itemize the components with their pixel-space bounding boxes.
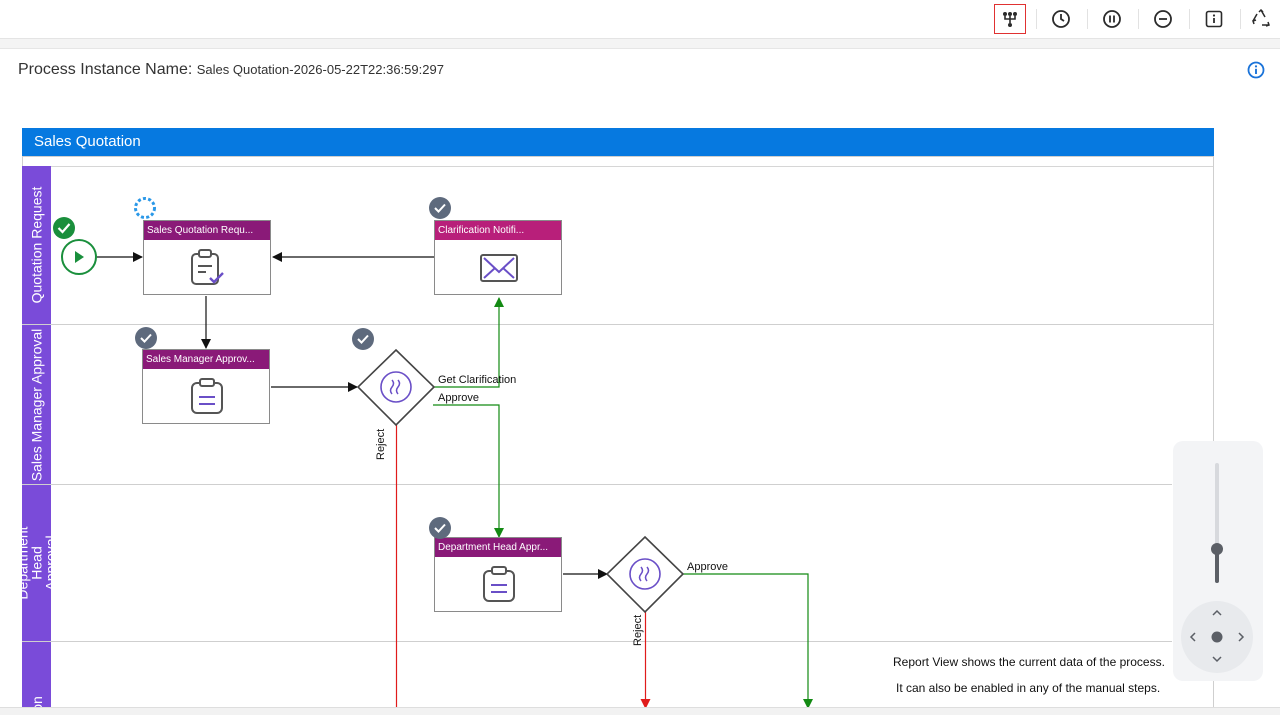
completed-check-icon — [429, 197, 451, 219]
clipboard-list-icon — [191, 378, 223, 414]
lane-department-head-approval: Department Head Approval — [22, 485, 51, 641]
task-department-head-approval[interactable]: Department Head Appr... — [434, 537, 562, 612]
task-sales-manager-approval[interactable]: Sales Manager Approv... — [142, 349, 270, 424]
flow-label-approve: Approve — [438, 392, 479, 404]
task-clarification-notification[interactable]: Clarification Notifi... — [434, 220, 562, 295]
task-title: Department Head Appr... — [435, 538, 561, 557]
flow-label-reject: Reject — [632, 614, 644, 646]
pan-right-icon — [1238, 632, 1245, 642]
completed-check-icon — [352, 328, 374, 350]
task-title: Sales Manager Approv... — [143, 350, 269, 369]
lane-label: Department Head Approval — [22, 526, 51, 600]
pan-control — [1181, 601, 1253, 673]
zoom-panel — [1173, 441, 1263, 681]
report-view-note-line2: It can also be enabled in any of the man… — [896, 681, 1161, 695]
envelope-icon — [480, 254, 518, 282]
sales-manager-gateway[interactable] — [356, 348, 436, 427]
in-progress-spinner-icon — [134, 197, 156, 219]
department-head-gateway[interactable] — [605, 535, 685, 614]
task-title: Sales Quotation Requ... — [144, 221, 270, 240]
task-sales-quotation-request[interactable]: Sales Quotation Requ... — [143, 220, 271, 295]
pan-up-icon — [1212, 609, 1222, 616]
task-title: Clarification Notifi... — [435, 221, 561, 240]
pan-down-icon — [1212, 656, 1222, 663]
clipboard-check-icon — [191, 249, 224, 285]
pan-center-icon — [1211, 631, 1223, 643]
lane-label: Sales Manager Approval — [28, 328, 45, 481]
flow-label-get-clarification: Get Clarification — [438, 374, 517, 386]
lane-quotation-request: Quotation Request — [22, 166, 51, 324]
flow-label-reject: Reject — [375, 428, 387, 460]
zoom-slider-handle[interactable] — [1211, 543, 1223, 555]
clipboard-list-icon — [483, 566, 515, 602]
lane-fourth: on — [22, 642, 51, 714]
pool-header: Sales Quotation — [22, 128, 1214, 156]
lane-sales-manager-approval: Sales Manager Approval — [22, 325, 51, 484]
completed-check-icon — [135, 327, 157, 349]
start-event[interactable] — [61, 239, 97, 275]
pan-left-icon — [1189, 632, 1196, 642]
lane-label: Quotation Request — [28, 186, 45, 304]
flow-label-approve: Approve — [687, 561, 728, 573]
start-complete-check-icon — [53, 217, 75, 239]
completed-check-icon — [429, 517, 451, 539]
report-view-note-line1: Report View shows the current data of th… — [893, 655, 1165, 669]
